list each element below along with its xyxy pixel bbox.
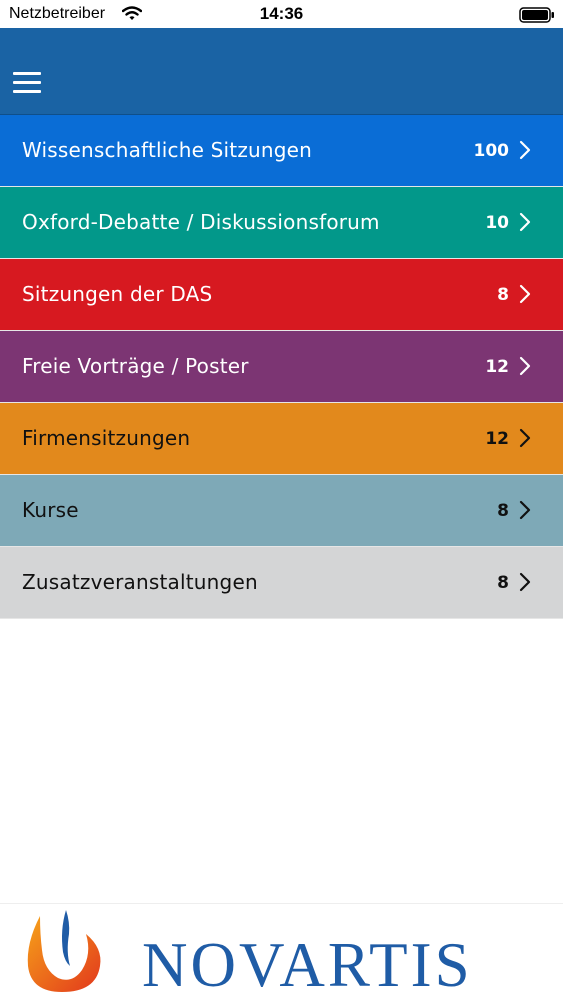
chevron-right-icon [519, 284, 531, 304]
session-category-row[interactable]: Kurse 8 [0, 475, 563, 547]
session-category-row[interactable]: Firmensitzungen 12 [0, 403, 563, 475]
session-category-row[interactable]: Oxford-Debatte / Diskussionsforum 10 [0, 187, 563, 259]
session-category-label: Firmensitzungen [22, 426, 191, 450]
status-bar: Netzbetreiber 14:36 [0, 0, 563, 28]
session-category-label: Wissenschaftliche Sitzungen [22, 138, 313, 162]
session-category-list: Wissenschaftliche Sitzungen 100 Oxford-Deb… [0, 115, 563, 619]
session-category-row[interactable]: Zusatzveranstaltungen 8 [0, 547, 563, 619]
session-category-row[interactable]: Sitzungen der DAS 8 [0, 259, 563, 331]
session-category-label: Sitzungen der DAS [22, 282, 213, 306]
logo-text: NOVARTIS [142, 930, 473, 1000]
session-count: 12 [485, 429, 509, 449]
chevron-right-icon [519, 356, 531, 376]
battery-icon [519, 7, 555, 28]
session-count: 10 [485, 213, 509, 233]
chevron-right-icon [519, 500, 531, 520]
footer-divider [0, 903, 563, 904]
chevron-right-icon [519, 140, 531, 160]
session-count: 8 [497, 573, 509, 593]
session-category-label: Kurse [22, 498, 79, 522]
session-count: 8 [497, 501, 509, 521]
status-time: 14:36 [259, 4, 304, 23]
chevron-right-icon [519, 212, 531, 232]
session-category-label: Oxford-Debatte / Diskussionsforum [22, 210, 380, 234]
chevron-right-icon [519, 428, 531, 448]
hamburger-menu-icon[interactable] [13, 72, 43, 96]
session-category-row[interactable]: Wissenschaftliche Sitzungen 100 [0, 115, 563, 187]
session-category-label: Freie Vorträge / Poster [22, 354, 249, 378]
session-count: 8 [497, 285, 509, 305]
session-count: 12 [485, 357, 509, 377]
session-category-label: Zusatzveranstaltungen [22, 570, 258, 594]
session-category-row[interactable]: Freie Vorträge / Poster 12 [0, 331, 563, 403]
session-count: 100 [473, 141, 510, 161]
chevron-right-icon [519, 572, 531, 592]
navigation-bar [0, 28, 563, 117]
